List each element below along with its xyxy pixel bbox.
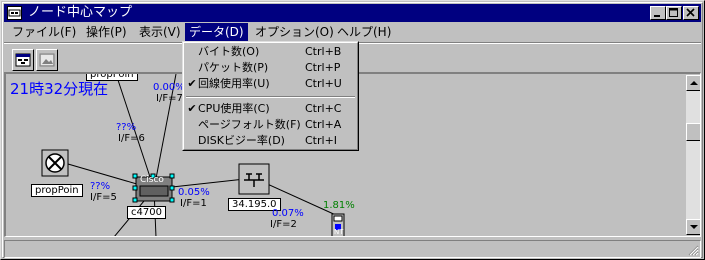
menu-item-page-faults[interactable]: ページフォルト数(F) Ctrl+A bbox=[185, 117, 355, 133]
node-label-top[interactable]: propPoin bbox=[86, 74, 138, 81]
pc-node-label: NT bbox=[334, 228, 344, 236]
interface-lower: I/F=2 bbox=[270, 219, 297, 230]
menu-view[interactable]: 表示(V) bbox=[135, 23, 185, 41]
utilization-left-upper: ??% bbox=[116, 122, 137, 133]
interface-top: I/F=7 bbox=[156, 93, 183, 104]
menu-item-line-utilization[interactable]: ✔ 回線使用率(U) Ctrl+U bbox=[185, 76, 355, 92]
router-brand-label: Cisco bbox=[140, 175, 164, 185]
utilization-top: 0.00% bbox=[153, 82, 185, 93]
check-icon: ✔ bbox=[187, 77, 197, 90]
menu-item-shortcut: Ctrl+A bbox=[305, 118, 342, 131]
menu-help[interactable]: ヘルプ(H) bbox=[333, 23, 395, 41]
menu-item-label: ページフォルト数(F) bbox=[198, 118, 301, 131]
menu-item-label: CPU使用率(C) bbox=[198, 102, 270, 115]
minimize-button[interactable] bbox=[650, 6, 666, 20]
menu-item-cpu-utilization[interactable]: ✔ CPU使用率(C) Ctrl+C bbox=[185, 101, 355, 117]
menu-item-label: 回線使用率(U) bbox=[198, 77, 270, 90]
menu-item-shortcut: Ctrl+P bbox=[305, 61, 341, 74]
menu-bar: ファイル(F) 操作(P) 表示(V) データ(D) オプション(O) ヘルプ(… bbox=[4, 23, 701, 41]
menu-item-bytes[interactable]: バイト数(O) Ctrl+B bbox=[185, 44, 355, 60]
image-view-tool-icon[interactable] bbox=[36, 49, 58, 71]
menu-item-label: DISKビジー率(D) bbox=[198, 134, 285, 147]
menu-data[interactable]: データ(D) bbox=[185, 23, 248, 41]
utilization-left: ??% bbox=[90, 181, 111, 192]
node-label-proppoin[interactable]: propPoin bbox=[31, 184, 83, 197]
close-button[interactable] bbox=[683, 6, 699, 20]
utilization-lower: 0.07% bbox=[272, 208, 304, 219]
menu-file[interactable]: ファイル(F) bbox=[8, 23, 80, 41]
menu-item-packets[interactable]: パケット数(P) Ctrl+P bbox=[185, 60, 355, 76]
node-map-tool-icon[interactable] bbox=[12, 49, 34, 71]
resize-grip-icon[interactable] bbox=[687, 244, 699, 256]
menu-item-shortcut: Ctrl+C bbox=[305, 102, 342, 115]
data-dropdown-menu: バイト数(O) Ctrl+B パケット数(P) Ctrl+P ✔ 回線使用率(U… bbox=[182, 41, 359, 151]
status-bar bbox=[4, 240, 701, 258]
menu-item-label: パケット数(P) bbox=[198, 61, 269, 74]
node-label-c4700[interactable]: c4700 bbox=[127, 206, 166, 219]
menu-item-shortcut: Ctrl+B bbox=[305, 45, 342, 58]
current-time-label: 21時32分現在 bbox=[10, 80, 109, 98]
maximize-button[interactable] bbox=[666, 6, 682, 20]
menu-operation[interactable]: 操作(P) bbox=[82, 23, 131, 41]
main-window: ノード中心マップ ファイル(F) 操作(P) 表示(V) データ(D) オプショ… bbox=[0, 0, 705, 260]
scroll-down-button[interactable] bbox=[686, 219, 700, 235]
menu-item-shortcut: Ctrl+U bbox=[305, 77, 342, 90]
scroll-up-button[interactable] bbox=[686, 75, 700, 91]
interface-left: I/F=5 bbox=[90, 192, 117, 203]
scroll-thumb[interactable] bbox=[686, 123, 700, 141]
utilization-mid: 0.05% bbox=[178, 187, 210, 198]
menu-separator bbox=[186, 96, 355, 98]
check-icon: ✔ bbox=[187, 102, 197, 115]
menu-item-shortcut: Ctrl+I bbox=[305, 134, 338, 147]
menu-item-label: バイト数(O) bbox=[198, 45, 260, 58]
vertical-scrollbar[interactable] bbox=[686, 75, 700, 235]
window-title: ノード中心マップ bbox=[28, 5, 133, 20]
cpu-utilization: 1.81% bbox=[323, 200, 355, 211]
interface-mid: I/F=1 bbox=[180, 198, 207, 209]
title-bar[interactable]: ノード中心マップ bbox=[4, 4, 701, 22]
menu-option[interactable]: オプション(O) bbox=[251, 23, 338, 41]
app-icon[interactable] bbox=[7, 6, 22, 20]
interface-left-upper: I/F=6 bbox=[118, 133, 145, 144]
menu-item-disk-busy[interactable]: DISKビジー率(D) Ctrl+I bbox=[185, 133, 355, 149]
